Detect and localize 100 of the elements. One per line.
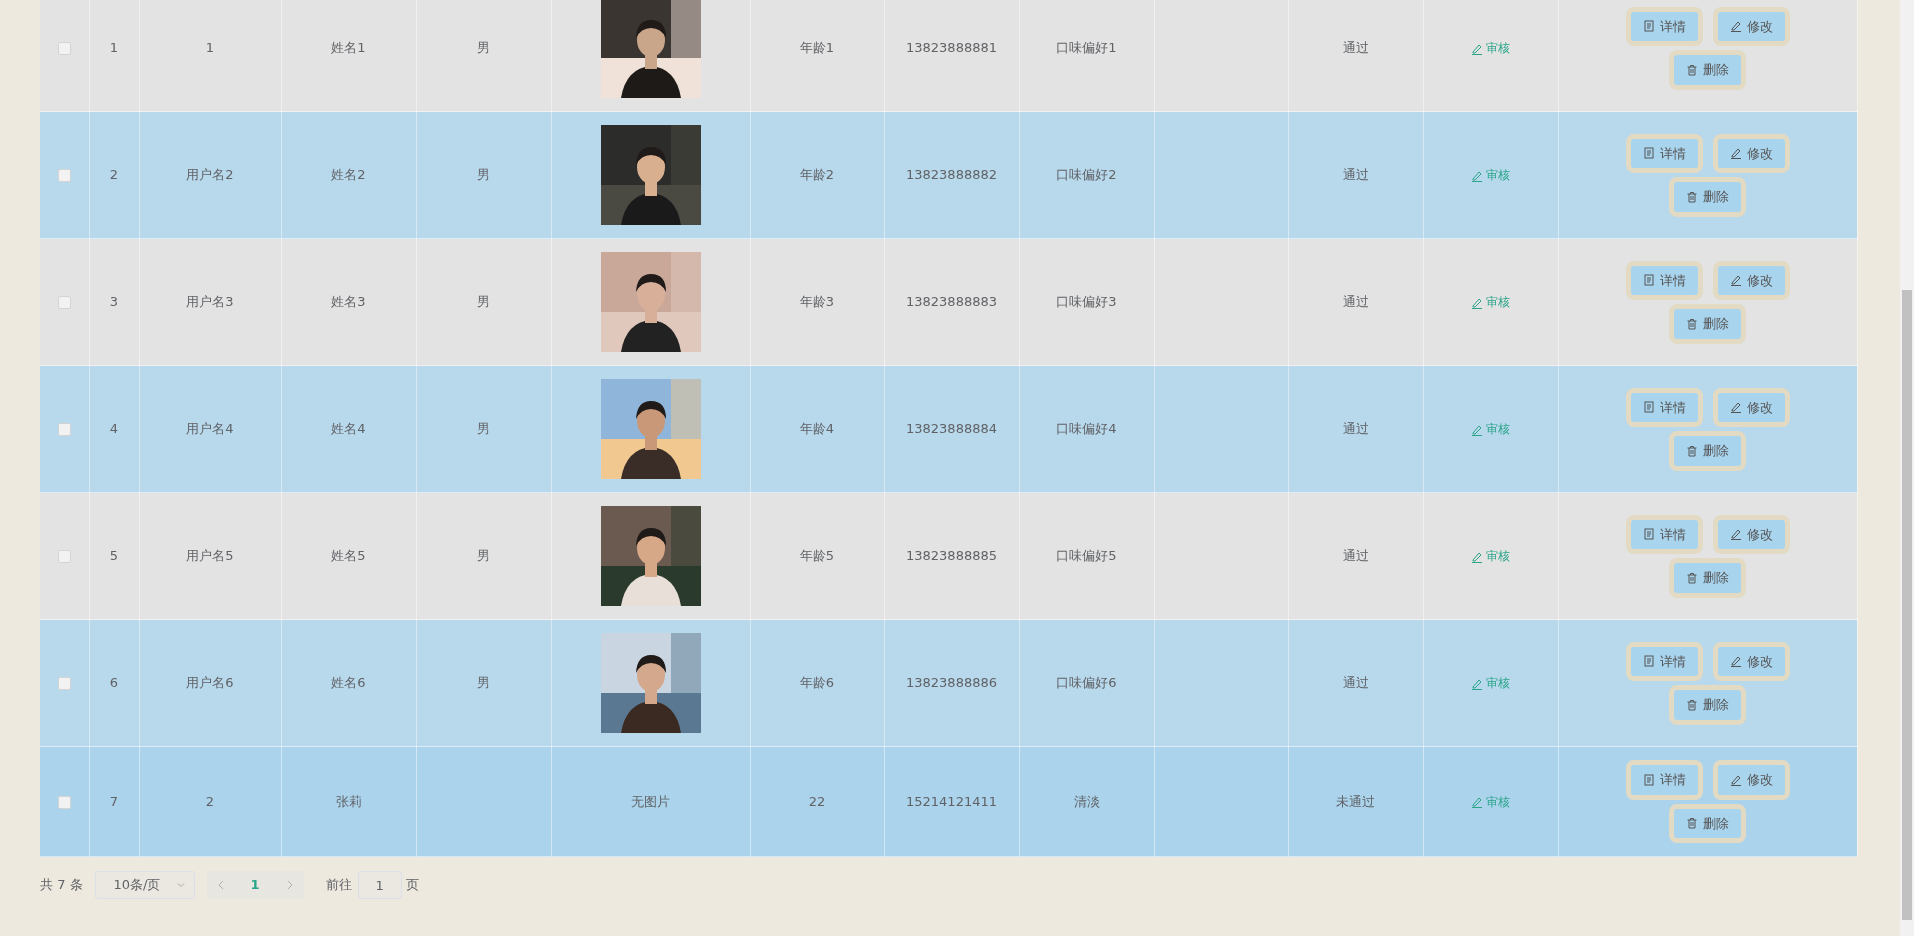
table-cell: 姓名4 — [331, 421, 366, 437]
pencil-icon — [1729, 528, 1742, 541]
action-button[interactable]: 删除 — [1669, 177, 1746, 217]
page-jump-field[interactable]: 1 — [357, 871, 402, 899]
pencil-icon — [1729, 20, 1742, 33]
checkbox[interactable] — [57, 550, 71, 564]
action-button[interactable]: 删除 — [1669, 685, 1746, 725]
action-button[interactable]: 详情 — [1625, 387, 1703, 427]
total-count: 共 7 条 — [40, 876, 83, 895]
checkbox[interactable] — [57, 42, 71, 56]
action-button[interactable]: 删除 — [1669, 558, 1746, 598]
table-cell: 5 — [109, 548, 119, 564]
document-icon — [1642, 773, 1655, 786]
pencil-icon — [1729, 773, 1742, 786]
table-cell: 2 — [109, 167, 119, 183]
action-button[interactable]: 删除 — [1669, 304, 1746, 344]
table-cell: 年龄4 — [799, 421, 835, 437]
table-cell: 13823888881 — [906, 40, 997, 56]
table-cell: 13823888885 — [906, 548, 997, 564]
table-cell: 6 — [109, 675, 119, 691]
table-cell: 用户名5 — [186, 548, 234, 564]
checkbox[interactable] — [57, 677, 71, 691]
action-button[interactable]: 详情 — [1625, 641, 1703, 681]
checkbox[interactable] — [57, 795, 71, 809]
table-cell: 未通过 — [1336, 793, 1375, 809]
pencil-icon — [1729, 655, 1742, 668]
action-button[interactable]: 修改 — [1712, 260, 1790, 300]
next-page-icon[interactable] — [285, 880, 294, 890]
page-size-select[interactable]: 10条/页 — [94, 871, 195, 899]
table-cell: 用户名3 — [186, 294, 234, 310]
pencil-icon — [1470, 169, 1483, 182]
table-cell: 男 — [477, 40, 490, 56]
table-cell: 张莉 — [335, 793, 362, 809]
action-button[interactable]: 删除 — [1669, 50, 1746, 90]
table-cell: 通过 — [1342, 548, 1369, 564]
table-cell: 用户名2 — [186, 167, 234, 183]
scrollbar[interactable] — [1900, 0, 1914, 936]
table-cell: 通过 — [1342, 675, 1369, 691]
pencil-icon — [1729, 274, 1742, 287]
table-cell: 通过 — [1342, 421, 1369, 437]
previous-page-icon[interactable] — [216, 880, 225, 890]
action-button[interactable]: 删除 — [1669, 431, 1746, 471]
goto-label: 前往 — [325, 876, 352, 895]
table-cell: 年龄1 — [799, 40, 835, 56]
action-button[interactable]: 详情 — [1625, 514, 1703, 554]
table-cell: 无图片 — [631, 793, 670, 809]
table-cell: 13823888884 — [906, 421, 997, 437]
goto-suffix: 页 — [405, 876, 419, 895]
pencil-icon — [1729, 401, 1742, 414]
action-button[interactable]: 删除 — [1669, 803, 1746, 843]
action-button[interactable]: 详情 — [1625, 760, 1703, 800]
table-cell: 姓名3 — [331, 294, 366, 310]
table-cell: 口味偏好4 — [1056, 421, 1117, 437]
table-cell: 7 — [109, 793, 119, 809]
trash-icon — [1686, 444, 1698, 457]
table-cell: 用户名6 — [186, 675, 234, 691]
action-button[interactable]: 详情 — [1625, 6, 1703, 46]
document-icon — [1642, 20, 1655, 33]
trash-icon — [1686, 190, 1698, 203]
table-cell: 1 — [109, 40, 119, 56]
table-cell: 13823888882 — [906, 167, 997, 183]
pencil-icon — [1470, 677, 1483, 690]
checkbox[interactable] — [57, 169, 71, 183]
table-cell: 口味偏好3 — [1056, 294, 1117, 310]
action-button[interactable]: 修改 — [1712, 387, 1790, 427]
table-cell: 口味偏好2 — [1056, 167, 1117, 183]
checkbox[interactable] — [57, 296, 71, 310]
table-cell: 通过 — [1342, 40, 1369, 56]
table-cell: 姓名6 — [331, 675, 366, 691]
pencil-icon — [1470, 296, 1483, 309]
checkbox[interactable] — [57, 423, 71, 437]
table-cell: 口味偏好6 — [1056, 675, 1117, 691]
action-button[interactable]: 修改 — [1712, 760, 1790, 800]
trash-icon — [1686, 817, 1698, 830]
table-cell: 通过 — [1342, 294, 1369, 310]
pencil-icon — [1470, 796, 1483, 809]
trash-icon — [1686, 571, 1698, 584]
caret-icon — [175, 880, 186, 890]
action-button[interactable]: 修改 — [1712, 641, 1790, 681]
trash-icon — [1686, 317, 1698, 330]
pencil-icon — [1470, 423, 1483, 436]
table-cell: 年龄6 — [799, 675, 835, 691]
table-cell: 用户名4 — [186, 421, 234, 437]
action-button[interactable]: 详情 — [1625, 260, 1703, 300]
table-cell: 13823888883 — [906, 294, 997, 310]
table-cell: 13823888886 — [906, 675, 997, 691]
document-icon — [1642, 147, 1655, 160]
table-cell: 通过 — [1342, 167, 1369, 183]
table-cell: 男 — [477, 294, 490, 310]
table-cell: 男 — [477, 421, 490, 437]
trash-icon — [1686, 698, 1698, 711]
document-icon — [1642, 655, 1655, 668]
table-cell: 清淡 — [1073, 793, 1100, 809]
action-button[interactable]: 修改 — [1712, 514, 1790, 554]
action-button[interactable]: 修改 — [1712, 6, 1790, 46]
action-button[interactable]: 详情 — [1625, 133, 1703, 173]
action-button[interactable]: 修改 — [1712, 133, 1790, 173]
table-cell: 年龄5 — [799, 548, 835, 564]
scrollbar-thumb[interactable] — [1902, 290, 1912, 920]
table-cell: 年龄3 — [799, 294, 835, 310]
